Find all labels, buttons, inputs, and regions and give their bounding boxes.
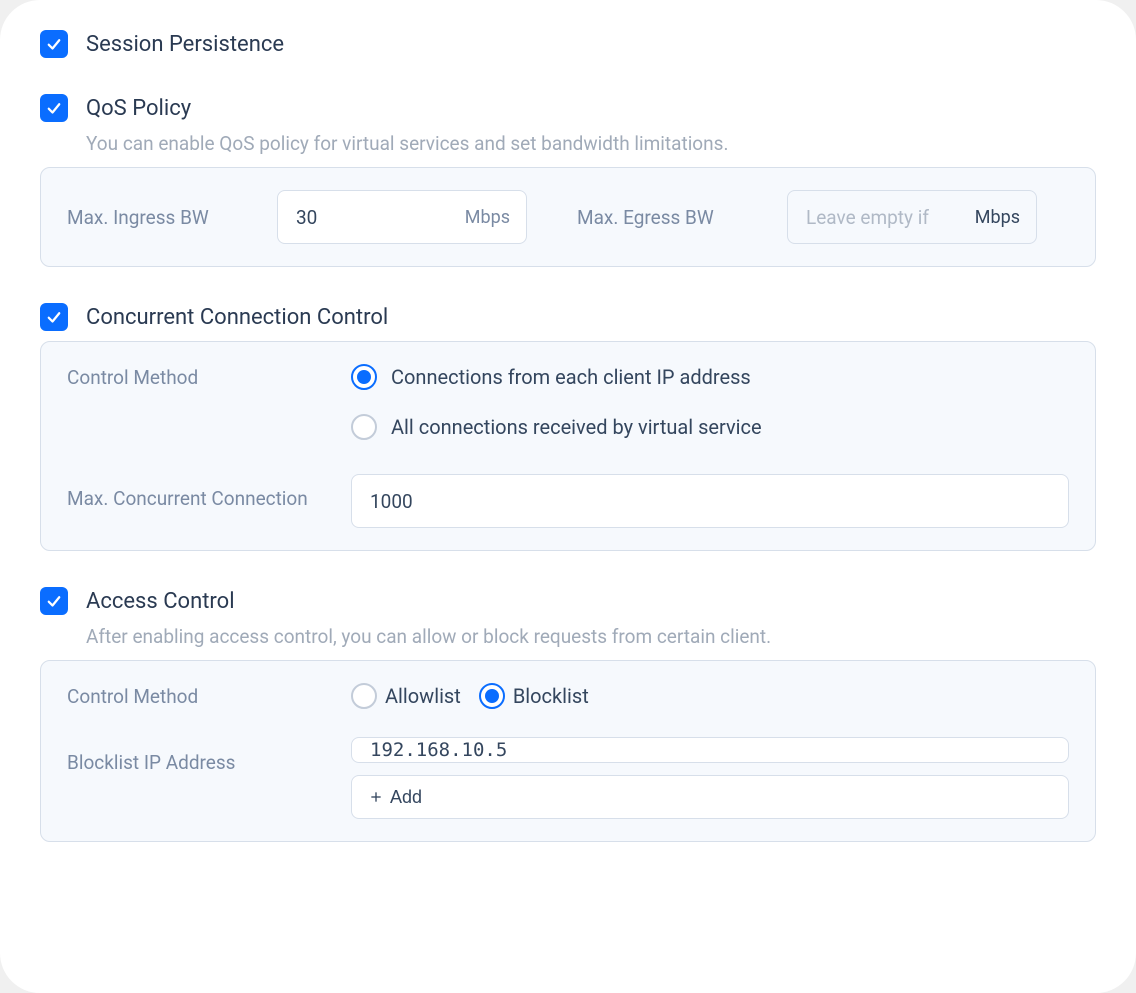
qos-row: Max. Ingress BW Mbps Max. Egress BW Mbps bbox=[67, 190, 1069, 244]
check-icon bbox=[45, 35, 63, 53]
max-egress-input[interactable] bbox=[804, 205, 965, 230]
section-qos-policy: QoS Policy You can enable QoS policy for… bbox=[40, 94, 1096, 267]
qos-panel: Max. Ingress BW Mbps Max. Egress BW Mbps bbox=[40, 167, 1096, 267]
settings-card: Session Persistence QoS Policy You can e… bbox=[0, 0, 1136, 993]
concurrent-connection-panel: Control Method Connections from each cli… bbox=[40, 341, 1096, 551]
blocklist-ip-label: Blocklist IP Address bbox=[67, 737, 327, 774]
section-header: Concurrent Connection Control bbox=[40, 303, 1096, 331]
check-icon bbox=[45, 592, 63, 610]
access-method-options: Allowlist Blocklist bbox=[351, 683, 599, 709]
access-control-panel: Control Method Allowlist Blocklist Block… bbox=[40, 660, 1096, 842]
radio-blocklist[interactable] bbox=[479, 683, 505, 709]
access-control-title: Access Control bbox=[86, 589, 235, 614]
section-header: Session Persistence bbox=[40, 30, 1096, 58]
plus-icon bbox=[368, 789, 384, 805]
add-button[interactable]: Add bbox=[351, 775, 1069, 819]
radio-allowlist-label: Allowlist bbox=[385, 684, 461, 708]
check-icon bbox=[45, 308, 63, 326]
section-concurrent-connection: Concurrent Connection Control Control Me… bbox=[40, 303, 1096, 551]
qos-policy-checkbox[interactable] bbox=[40, 94, 68, 122]
concurrent-connection-checkbox[interactable] bbox=[40, 303, 68, 331]
radio-per-client-ip[interactable] bbox=[351, 364, 377, 390]
section-access-control: Access Control After enabling access con… bbox=[40, 587, 1096, 842]
max-ingress-label: Max. Ingress BW bbox=[67, 206, 247, 229]
session-persistence-title: Session Persistence bbox=[86, 32, 284, 57]
max-concurrent-label: Max. Concurrent Connection bbox=[67, 474, 327, 513]
check-icon bbox=[45, 99, 63, 117]
ingress-unit: Mbps bbox=[465, 207, 510, 228]
control-method-row: Control Method Connections from each cli… bbox=[67, 364, 1069, 440]
egress-unit: Mbps bbox=[975, 207, 1020, 228]
max-ingress-input-wrap: Mbps bbox=[277, 190, 527, 244]
max-egress-input-wrap: Mbps bbox=[787, 190, 1037, 244]
section-header: QoS Policy bbox=[40, 94, 1096, 122]
control-method-option-all[interactable]: All connections received by virtual serv… bbox=[351, 414, 762, 440]
blocklist-ip-input-wrap bbox=[351, 737, 1069, 763]
max-concurrent-input[interactable] bbox=[368, 489, 1052, 514]
radio-blocklist-label: Blocklist bbox=[513, 684, 589, 708]
add-button-label: Add bbox=[390, 787, 422, 808]
max-ingress-input[interactable] bbox=[294, 205, 455, 230]
access-control-description: After enabling access control, you can a… bbox=[86, 625, 1096, 648]
access-control-checkbox[interactable] bbox=[40, 587, 68, 615]
section-header: Access Control bbox=[40, 587, 1096, 615]
max-concurrent-input-wrap bbox=[351, 474, 1069, 528]
max-concurrent-row: Max. Concurrent Connection bbox=[67, 474, 1069, 528]
qos-policy-title: QoS Policy bbox=[86, 96, 191, 121]
radio-per-client-ip-label: Connections from each client IP address bbox=[391, 365, 751, 389]
blocklist-ip-input[interactable] bbox=[368, 738, 1052, 762]
control-method-option-per-client[interactable]: Connections from each client IP address bbox=[351, 364, 762, 390]
control-method-options: Connections from each client IP address … bbox=[351, 364, 762, 440]
qos-policy-description: You can enable QoS policy for virtual se… bbox=[86, 132, 1096, 155]
section-session-persistence: Session Persistence bbox=[40, 30, 1096, 58]
concurrent-connection-title: Concurrent Connection Control bbox=[86, 305, 388, 330]
radio-all-connections[interactable] bbox=[351, 414, 377, 440]
access-method-row: Control Method Allowlist Blocklist bbox=[67, 683, 1069, 709]
max-egress-label: Max. Egress BW bbox=[577, 206, 757, 229]
control-method-label: Control Method bbox=[67, 364, 327, 389]
radio-allowlist[interactable] bbox=[351, 683, 377, 709]
access-method-label: Control Method bbox=[67, 685, 327, 708]
session-persistence-checkbox[interactable] bbox=[40, 30, 68, 58]
radio-all-connections-label: All connections received by virtual serv… bbox=[391, 415, 762, 439]
blocklist-ip-field: Add bbox=[351, 737, 1069, 819]
blocklist-ip-row: Blocklist IP Address Add bbox=[67, 737, 1069, 819]
